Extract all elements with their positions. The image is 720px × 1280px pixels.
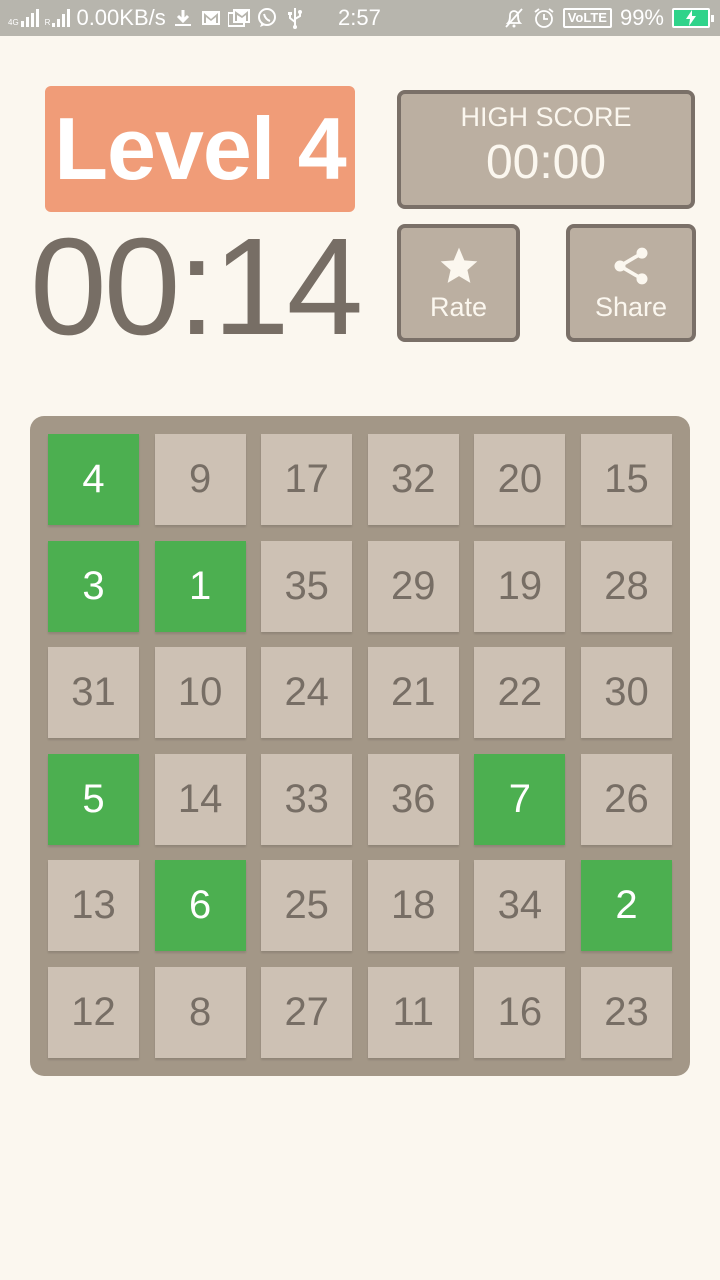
tile[interactable]: 8 [154, 967, 246, 1058]
tile[interactable]: 19 [474, 540, 566, 632]
tile-found[interactable]: 1 [154, 540, 246, 632]
tile[interactable]: 34 [474, 860, 566, 952]
tile[interactable]: 16 [474, 967, 566, 1058]
level-badge: Level 4 [45, 86, 355, 212]
tile[interactable]: 11 [367, 967, 459, 1058]
rate-label: Rate [429, 291, 488, 322]
tile[interactable]: 29 [367, 540, 459, 632]
tile[interactable]: 20 [474, 434, 566, 525]
tile-found[interactable]: 2 [581, 860, 672, 952]
tile[interactable]: 28 [581, 540, 672, 632]
usb-icon [284, 7, 306, 29]
share-icon [614, 247, 648, 284]
high-score-panel: HIGH SCORE 00:00 [397, 90, 695, 209]
high-score-value: 00:00 [485, 136, 607, 189]
network-type: 4G [8, 18, 19, 27]
game-timer: 00:14 [30, 210, 363, 364]
share-button[interactable]: Share [566, 224, 696, 342]
tile[interactable]: 9 [154, 434, 246, 525]
star-icon [440, 247, 477, 283]
status-time: 2:57 [338, 5, 381, 30]
tile-found[interactable]: 7 [474, 753, 566, 845]
tile[interactable]: 36 [367, 753, 459, 845]
tile[interactable]: 22 [474, 647, 566, 739]
battery-percent: 99% [619, 5, 664, 30]
tile[interactable]: 21 [367, 647, 459, 739]
share-label: Share [594, 291, 668, 322]
status-left: 4G R 0.00KB/s [8, 0, 306, 36]
tile[interactable]: 15 [581, 434, 672, 525]
battery-charging-icon [672, 8, 714, 28]
network-speed: 0.00KB/s [76, 5, 166, 30]
tile[interactable]: 26 [581, 753, 672, 845]
tile[interactable]: 12 [48, 967, 139, 1058]
tile[interactable]: 35 [261, 540, 353, 632]
status-right: VoLTE 99% [503, 0, 714, 36]
rate-button[interactable]: Rate [397, 224, 520, 342]
signal-4g-icon: 4G [8, 9, 39, 27]
tile[interactable]: 14 [154, 753, 246, 845]
tile[interactable]: 31 [48, 647, 139, 739]
status-bar: 4G R 0.00KB/s 2:57 VoLTE 99% [0, 0, 720, 36]
tile[interactable]: 24 [261, 647, 353, 739]
volte-icon: VoLTE [562, 8, 612, 28]
download-icon [172, 7, 194, 29]
tile[interactable]: 30 [581, 647, 672, 739]
tile[interactable]: 27 [261, 967, 353, 1058]
mute-icon [503, 7, 525, 29]
alarm-icon [533, 7, 555, 29]
tile[interactable]: 23 [581, 967, 672, 1058]
tile[interactable]: 18 [367, 860, 459, 952]
tile[interactable]: 33 [261, 753, 353, 845]
tile[interactable]: 10 [154, 647, 246, 739]
tile[interactable]: 32 [367, 434, 459, 525]
tile[interactable]: 13 [48, 860, 139, 952]
whatsapp-icon [256, 7, 278, 29]
tile-found[interactable]: 3 [48, 540, 139, 632]
tile-found[interactable]: 5 [48, 753, 139, 845]
tile-found[interactable]: 4 [48, 434, 139, 525]
gmail-multi-icon [227, 7, 250, 29]
tile-found[interactable]: 6 [154, 860, 246, 952]
high-score-label: HIGH SCORE [460, 102, 632, 132]
tile[interactable]: 25 [261, 860, 353, 952]
gmail-icon [200, 7, 222, 29]
game-board: 4 9 17 32 20 15 3 1 35 29 19 28 31 10 24 21 22 30 5 14 33 36 7… [30, 416, 690, 1076]
tile[interactable]: 17 [261, 434, 353, 525]
signal-r-icon: R [45, 9, 71, 27]
